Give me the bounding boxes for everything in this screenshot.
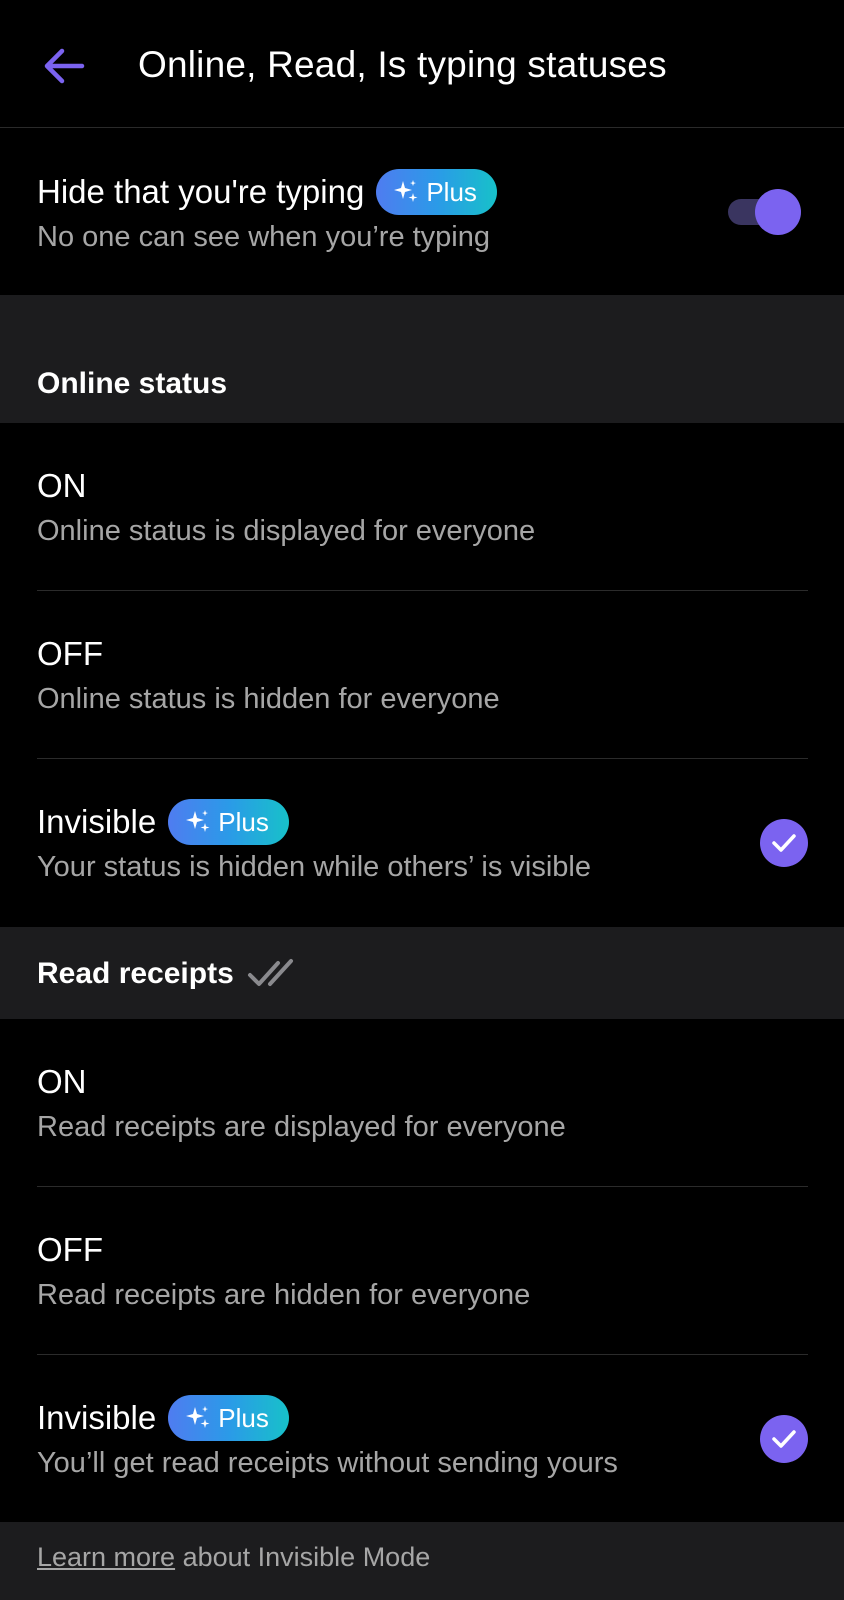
read-receipts-section-title: Read receipts <box>37 957 234 990</box>
option-subtitle: Read receipts are displayed for everyone <box>37 1111 566 1143</box>
option-subtitle: You’ll get read receipts without sending… <box>37 1447 618 1479</box>
hide-typing-toggle[interactable] <box>728 189 801 235</box>
online-status-section-title: Online status <box>37 367 228 400</box>
read-receipts-option-on[interactable]: ON Read receipts are displayed for every… <box>0 1019 844 1187</box>
option-title-wrap: Invisible Plus <box>37 1395 289 1441</box>
read-receipts-section-title-wrap: Read receipts <box>37 957 302 991</box>
plus-badge-label: Plus <box>426 176 477 207</box>
top-app-bar: Online, Read, Is typing statuses <box>0 0 844 128</box>
double-check-icon <box>247 959 293 986</box>
footer-suffix: about Invisible Mode <box>175 1542 431 1572</box>
option-subtitle: Read receipts are hidden for everyone <box>37 1279 531 1311</box>
online-status-option-invisible[interactable]: Invisible Plus Your status is hidden whi… <box>0 759 844 927</box>
read-receipts-section-header: Read receipts <box>0 927 844 1019</box>
checkmark-icon <box>772 1430 796 1448</box>
arrow-left-icon <box>44 48 85 84</box>
back-button[interactable] <box>34 36 94 96</box>
option-title: OFF <box>37 1231 103 1268</box>
settings-page: Online, Read, Is typing statuses Hide th… <box>0 0 844 1600</box>
selected-check <box>760 819 808 867</box>
hide-typing-label: Hide that you're typing <box>37 173 365 210</box>
read-receipts-option-invisible[interactable]: Invisible Plus You’ll get read receipts … <box>0 1355 844 1522</box>
read-receipts-option-off[interactable]: OFF Read receipts are hidden for everyon… <box>0 1187 844 1355</box>
option-title: Invisible <box>37 1399 157 1436</box>
sparkle-icon <box>186 810 210 832</box>
online-status-option-on[interactable]: ON Online status is displayed for everyo… <box>0 423 844 591</box>
page-title: Online, Read, Is typing statuses <box>138 44 667 85</box>
plus-badge-label: Plus <box>218 1402 269 1433</box>
plus-badge: Plus <box>376 169 497 215</box>
option-title-wrap: Invisible Plus <box>37 799 289 845</box>
sparkle-icon <box>394 180 418 202</box>
option-subtitle: Online status is displayed for everyone <box>37 515 536 547</box>
plus-badge-label: Plus <box>218 806 269 837</box>
hide-typing-title: Hide that you're typing Plus <box>37 169 497 215</box>
footer-text: Learn more about Invisible Mode <box>37 1542 430 1573</box>
hide-typing-subtitle: No one can see when you’re typing <box>37 221 491 253</box>
online-status-section-header: Online status <box>0 295 844 423</box>
hide-typing-row[interactable]: Hide that you're typing Plus No one can … <box>0 129 844 295</box>
option-title: Invisible <box>37 803 157 840</box>
checkmark-icon <box>772 834 796 852</box>
plus-badge: Plus <box>168 1395 289 1441</box>
option-title: ON <box>37 467 87 504</box>
option-subtitle: Online status is hidden for everyone <box>37 683 500 715</box>
learn-more-link[interactable]: Learn more <box>37 1542 175 1572</box>
plus-badge: Plus <box>168 799 289 845</box>
footer: Learn more about Invisible Mode <box>0 1522 844 1600</box>
online-status-option-off[interactable]: OFF Online status is hidden for everyone <box>0 591 844 759</box>
toggle-thumb <box>755 189 801 235</box>
option-title: OFF <box>37 635 103 672</box>
selected-check <box>760 1415 808 1463</box>
option-subtitle: Your status is hidden while others’ is v… <box>37 851 591 883</box>
option-title: ON <box>37 1063 87 1100</box>
sparkle-icon <box>186 1406 210 1428</box>
